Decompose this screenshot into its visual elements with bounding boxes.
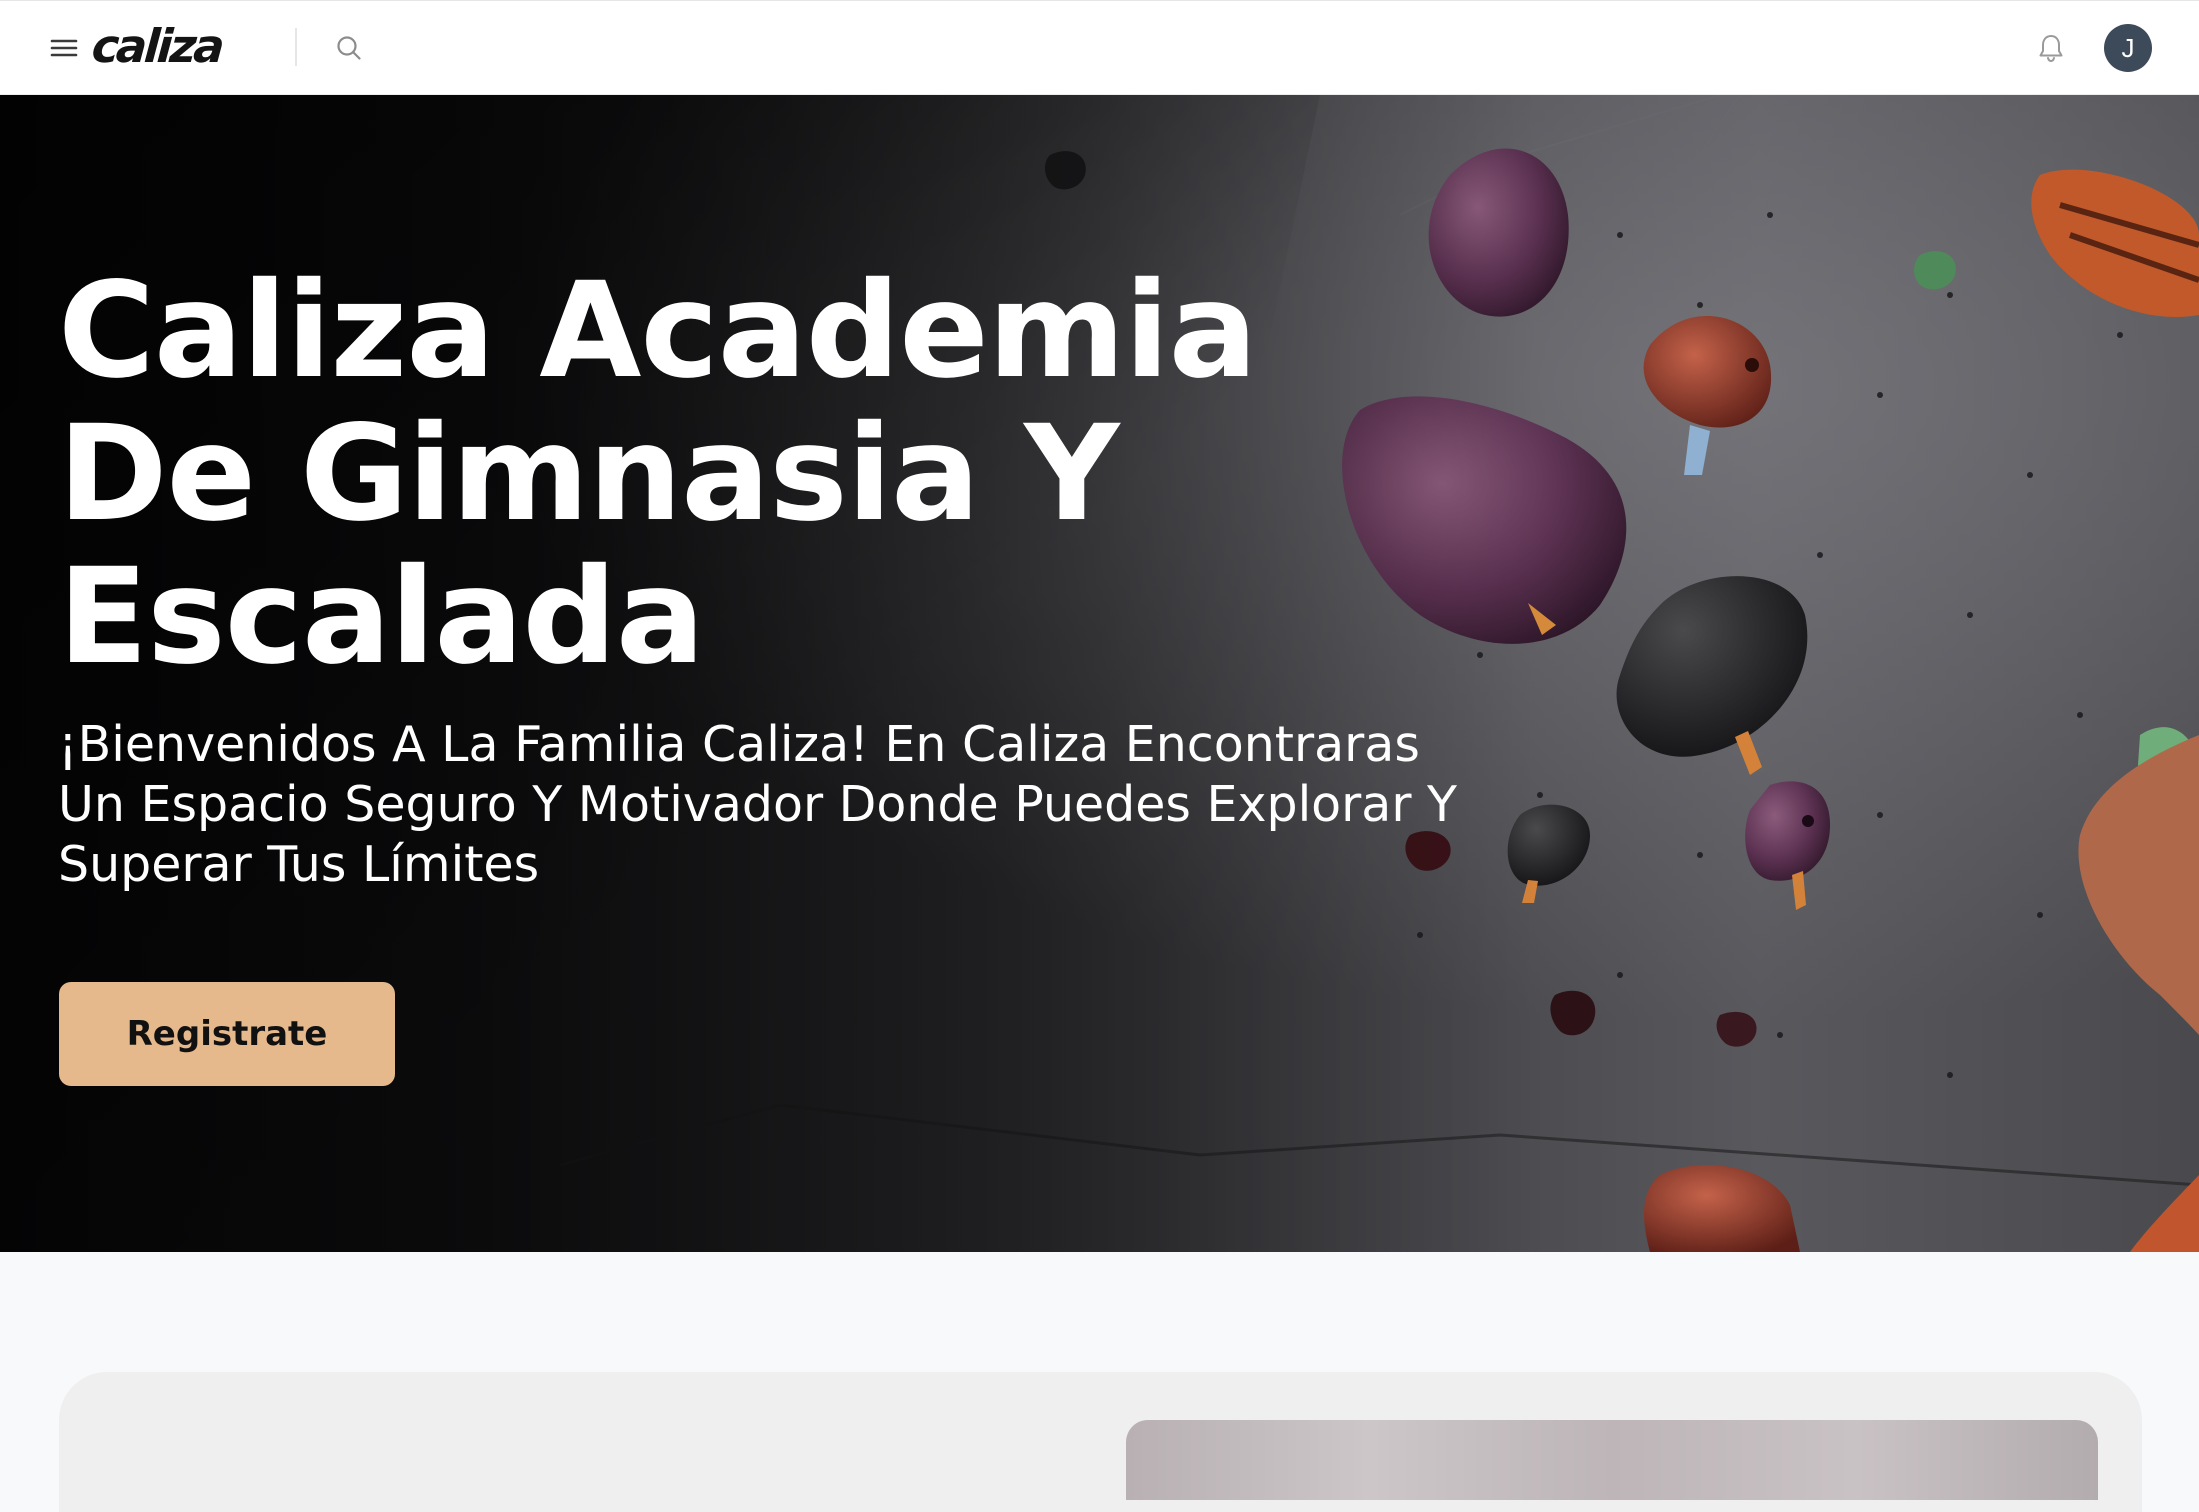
menu-icon[interactable]	[46, 30, 82, 66]
magnifier-icon	[337, 36, 361, 60]
hamburger-menu-icon	[50, 39, 78, 57]
hero-subtitle: ¡Bienvenidos A La Familia Caliza! En Cal…	[58, 716, 1457, 893]
bell-icon[interactable]	[2034, 31, 2068, 65]
search-icon[interactable]	[333, 32, 365, 64]
notifications-bell-icon	[2039, 35, 2063, 63]
hero-section: Caliza Academia De Gimnasia Y Escalada ¡…	[0, 95, 2199, 1252]
caliza-logo[interactable]: caliza	[90, 16, 224, 76]
register-button[interactable]: Registrate	[59, 982, 395, 1086]
info-card-image	[1126, 1420, 2098, 1500]
hero-title: Caliza Academia De Gimnasia Y Escalada	[58, 254, 1258, 694]
header-divider	[295, 28, 297, 66]
top-navigation-bar: caliza J	[0, 0, 2199, 95]
user-avatar[interactable]: J	[2104, 24, 2152, 72]
